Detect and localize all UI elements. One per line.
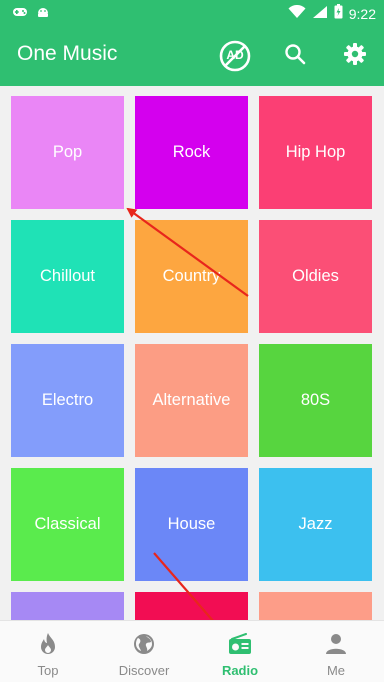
genre-label: Country [162,267,221,285]
bottom-nav: Top Discover Radio Me [0,620,384,682]
genre-tile[interactable]: Chillout [11,220,124,333]
genre-label: Alternative [152,391,231,409]
nav-item-radio[interactable]: Radio [192,621,288,682]
status-time: 9:22 [348,5,376,22]
status-left-icons [12,5,50,23]
genre-grid: Pop Rock Hip Hop Chillout Country Oldies Elect… [11,96,375,682]
genre-tile[interactable]: Classical [11,468,124,581]
nav-label-radio: Radio [221,663,259,678]
genre-label: Classical [34,515,101,533]
genre-tile[interactable]: 80S [259,344,372,457]
signal-icon [312,5,328,23]
nav-label-top: Top [37,663,59,678]
settings-icon [343,42,367,70]
app-title: One Music [17,42,118,65]
genre-tile[interactable]: Rock [135,96,248,209]
app-actions: AD [218,39,372,73]
genre-tile[interactable]: Alternative [135,344,248,457]
nav-label-discover: Discover [118,663,170,678]
genre-tile[interactable]: Country [135,220,248,333]
search-icon [284,43,306,69]
person-icon [324,632,348,659]
genre-tile[interactable]: Hip Hop [259,96,372,209]
genre-label: 80S [300,391,331,409]
genre-label: Oldies [292,267,339,285]
genre-label: House [167,515,216,533]
genre-label: Electro [41,391,94,409]
genre-label: Hip Hop [285,143,346,161]
battery-icon [334,4,343,23]
genre-tile[interactable]: Jazz [259,468,372,581]
radio-icon [227,632,253,659]
wifi-icon [288,4,306,23]
search-button[interactable] [278,39,312,73]
app-bar: One Music AD [0,26,384,86]
android-icon [36,5,50,23]
settings-button[interactable] [338,39,372,73]
genre-label: Rock [172,143,211,161]
gamepad-icon [12,5,28,23]
genre-tile[interactable]: Electro [11,344,124,457]
nav-item-me[interactable]: Me [288,621,384,682]
nav-item-top[interactable]: Top [0,621,96,682]
genre-label: Pop [52,143,83,161]
genre-tile[interactable]: Oldies [259,220,372,333]
genre-tile[interactable]: Pop [11,96,124,209]
genre-label: Jazz [298,515,333,533]
status-right-icons: 9:22 [288,4,376,23]
genre-label: Chillout [39,267,96,285]
nav-label-me: Me [326,663,346,678]
screen: 9:22 One Music AD Pop Rock Hip Hop Chill… [0,0,384,682]
globe-icon [132,632,156,659]
status-bar: 9:22 [0,0,384,26]
fire-icon [37,632,59,659]
no-ads-button[interactable]: AD [218,39,252,73]
nav-item-discover[interactable]: Discover [96,621,192,682]
genre-tile[interactable]: House [135,468,248,581]
ad-label: AD [226,48,244,62]
no-ads-icon: AD [219,40,251,72]
